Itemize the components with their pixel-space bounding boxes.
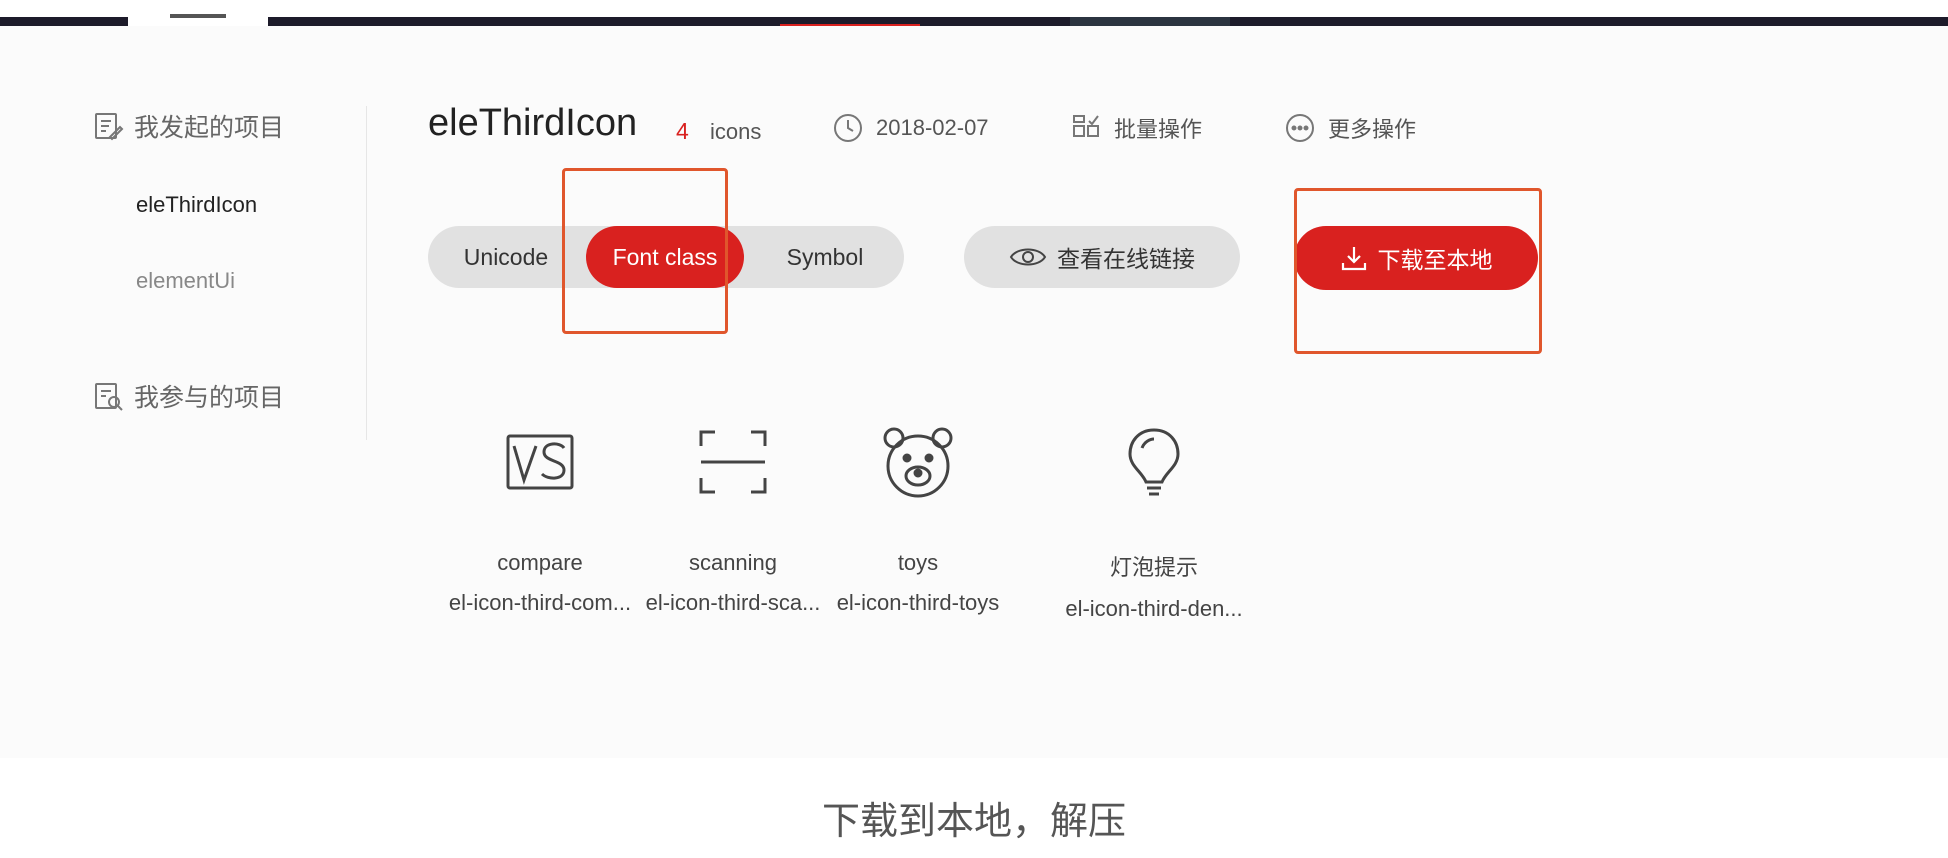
- icon-class-code: el-icon-third-den...: [1065, 596, 1243, 621]
- more-operations-label: 更多操作: [1328, 117, 1417, 142]
- icon-name: compare: [497, 550, 583, 575]
- project-main: eleThirdIcon 4 icons 2018-02-07 批量操作 更多操…: [368, 26, 1948, 758]
- view-online-link-button[interactable]: 查看在线链接: [964, 226, 1240, 288]
- document-search-icon: [95, 383, 123, 411]
- icon-card-toys[interactable]: toys el-icon-third-toys: [808, 422, 1028, 616]
- more-icon: [1286, 114, 1314, 142]
- sidebar-item-elethirdicon[interactable]: eleThirdIcon: [136, 192, 257, 218]
- sidebar-divider: [366, 106, 367, 440]
- top-nav-strip: [0, 17, 1948, 26]
- icon-card-lightbulb[interactable]: 灯泡提示 el-icon-third-den...: [1044, 422, 1264, 622]
- project-title: eleThirdIcon: [428, 102, 638, 144]
- icon-count-unit: icons: [710, 119, 762, 144]
- view-online-link-label: 查看在线链接: [1057, 246, 1195, 272]
- project-date-label: 2018-02-07: [876, 115, 989, 140]
- tab-font-class[interactable]: Font class: [586, 226, 744, 288]
- batch-operation-label: 批量操作: [1114, 117, 1203, 142]
- sidebar-my-projects[interactable]: 我发起的项目: [92, 108, 284, 144]
- top-navigation-bar: [0, 0, 1948, 27]
- download-icon: [1341, 247, 1366, 271]
- download-local-label: 下载至本地: [1377, 247, 1493, 273]
- sidebar-my-projects-label: 我发起的项目: [134, 114, 285, 142]
- icon-class-code: el-icon-third-toys: [836, 590, 1000, 615]
- format-tab-group: Unicode Font class Symbol: [428, 226, 904, 288]
- project-date: 2018-02-07: [832, 112, 989, 144]
- batch-operation-button[interactable]: 批量操作: [1070, 112, 1202, 144]
- project-sidebar: 我发起的项目 eleThirdIcon elementUi 我参与的项目: [0, 26, 368, 758]
- icon-card-compare[interactable]: compare el-icon-third-com...: [430, 422, 650, 616]
- tutorial-caption: 下载到本地，解压: [821, 801, 1126, 843]
- tab-symbol[interactable]: Symbol: [746, 226, 904, 288]
- compare-icon: [506, 434, 574, 490]
- scanning-icon: [699, 430, 767, 494]
- icon-class-code: el-icon-third-com...: [448, 590, 632, 615]
- top-nav-indicator: [170, 14, 226, 18]
- edit-document-icon: [95, 113, 124, 141]
- eye-icon: [1009, 248, 1047, 266]
- icon-name: 灯泡提示: [1109, 555, 1198, 580]
- top-nav-segment: [1070, 17, 1230, 26]
- more-operations-button[interactable]: 更多操作: [1284, 112, 1416, 144]
- download-local-button[interactable]: 下载至本地: [1294, 226, 1538, 290]
- tab-unicode[interactable]: Unicode: [428, 226, 584, 288]
- project-page: 我发起的项目 eleThirdIcon elementUi 我参与的项目 ele…: [0, 26, 1948, 758]
- lightbulb-icon: [1128, 428, 1180, 496]
- sidebar-joined-projects-label: 我参与的项目: [134, 384, 285, 412]
- grid-icon: [1073, 115, 1099, 137]
- icon-count: 4: [676, 118, 689, 144]
- clock-icon: [834, 114, 862, 142]
- icon-name: toys: [897, 550, 939, 575]
- sidebar-joined-projects[interactable]: 我参与的项目: [92, 378, 284, 414]
- bear-toy-icon: [883, 427, 953, 498]
- sidebar-item-elementui[interactable]: elementUi: [136, 268, 235, 294]
